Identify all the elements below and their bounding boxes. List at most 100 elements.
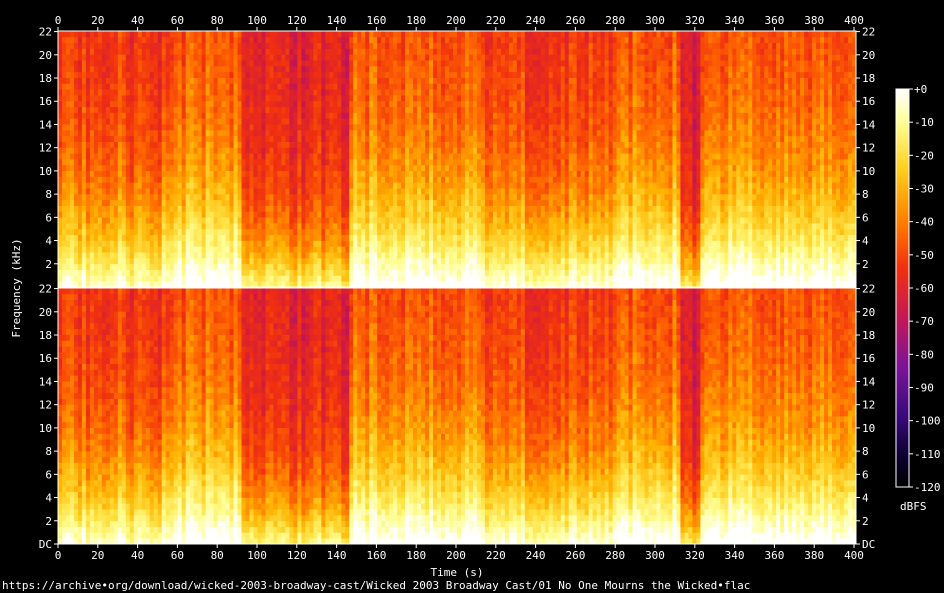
heatmap-cell: [178, 270, 182, 276]
heatmap-cell: [301, 275, 305, 281]
heatmap-cell: [234, 60, 238, 66]
heatmap-cell: [206, 182, 210, 188]
heatmap-cell: [285, 147, 289, 153]
heatmap-cell: [381, 66, 385, 72]
heatmap-cell: [90, 48, 94, 54]
heatmap-cell: [254, 171, 258, 177]
heatmap-cell: [242, 159, 246, 165]
heatmap-cell: [453, 101, 457, 107]
heatmap-cell: [90, 281, 94, 287]
heatmap-cell: [449, 112, 453, 118]
heatmap-cell: [273, 136, 277, 142]
heatmap-cell: [166, 89, 170, 95]
heatmap-cell: [377, 211, 381, 217]
heatmap-cell: [66, 153, 70, 159]
heatmap-cell: [389, 124, 393, 130]
heatmap-cell: [206, 54, 210, 60]
heatmap-cell: [381, 31, 385, 37]
heatmap-cell: [258, 136, 262, 142]
heatmap-cell: [158, 206, 162, 212]
heatmap-cell: [329, 95, 333, 101]
heatmap-cell: [142, 48, 146, 54]
heatmap-cell: [389, 275, 393, 281]
heatmap-cell: [166, 223, 170, 229]
heatmap-cell: [293, 60, 297, 66]
heatmap-cell: [301, 72, 305, 78]
heatmap-cell: [365, 130, 369, 136]
heatmap-cell: [317, 264, 321, 270]
heatmap-cell: [453, 223, 457, 229]
heatmap-cell: [337, 275, 341, 281]
heatmap-cell: [437, 48, 441, 54]
heatmap-cell: [82, 281, 86, 287]
heatmap-cell: [66, 136, 70, 142]
heatmap-cell: [437, 101, 441, 107]
heatmap-cell: [441, 264, 445, 270]
heatmap-cell: [265, 66, 269, 72]
heatmap-cell: [106, 95, 110, 101]
heatmap-cell: [82, 101, 86, 107]
heatmap-cell: [58, 200, 62, 206]
heatmap-cell: [381, 83, 385, 89]
heatmap-cell: [186, 72, 190, 78]
heatmap-cell: [122, 240, 126, 246]
heatmap-cell: [325, 258, 329, 264]
heatmap-cell: [94, 264, 98, 270]
heatmap-cell: [106, 258, 110, 264]
heatmap-cell: [222, 176, 226, 182]
heatmap-cell: [341, 200, 345, 206]
heatmap-cell: [421, 223, 425, 229]
heatmap-cell: [381, 211, 385, 217]
heatmap-cell: [453, 147, 457, 153]
heatmap-cell: [206, 270, 210, 276]
heatmap-cell: [78, 153, 82, 159]
heatmap-cell: [230, 48, 234, 54]
heatmap-cell: [238, 275, 242, 281]
heatmap-cell: [309, 159, 313, 165]
heatmap-cell: [242, 194, 246, 200]
heatmap-cell: [198, 95, 202, 101]
heatmap-cell: [401, 60, 405, 66]
heatmap-cell: [433, 194, 437, 200]
heatmap-cell: [154, 107, 158, 113]
heatmap-cell: [453, 275, 457, 281]
heatmap-cell: [202, 66, 206, 72]
heatmap-cell: [265, 270, 269, 276]
heatmap-cell: [214, 188, 218, 194]
heatmap-cell: [102, 281, 106, 287]
heatmap-cell: [74, 182, 78, 188]
heatmap-cell: [317, 89, 321, 95]
heatmap-cell: [58, 31, 62, 37]
heatmap-cell: [361, 153, 365, 159]
heatmap-cell: [345, 252, 349, 258]
heatmap-cell: [106, 165, 110, 171]
heatmap-cell: [437, 112, 441, 118]
heatmap-cell: [449, 66, 453, 72]
heatmap-cell: [70, 176, 74, 182]
heatmap-cell: [321, 270, 325, 276]
heatmap-cell: [397, 153, 401, 159]
heatmap-cell: [174, 107, 178, 113]
heatmap-cell: [246, 165, 250, 171]
heatmap-cell: [242, 240, 246, 246]
heatmap-cell: [242, 246, 246, 252]
heatmap-cell: [118, 124, 122, 130]
heatmap-cell: [277, 275, 281, 281]
heatmap-cell: [365, 107, 369, 113]
heatmap-cell: [389, 83, 393, 89]
heatmap-cell: [317, 95, 321, 101]
heatmap-cell: [178, 240, 182, 246]
heatmap-cell: [230, 142, 234, 148]
heatmap-cell: [74, 270, 78, 276]
heatmap-cell: [393, 89, 397, 95]
heatmap-cell: [158, 240, 162, 246]
heatmap-cell: [421, 112, 425, 118]
heatmap-cell: [146, 176, 150, 182]
heatmap-cell: [238, 240, 242, 246]
heatmap-cell: [401, 107, 405, 113]
heatmap-cell: [158, 246, 162, 252]
heatmap-cell: [118, 281, 122, 287]
heatmap-cell: [226, 252, 230, 258]
heatmap-cell: [309, 95, 313, 101]
heatmap-cell: [301, 246, 305, 252]
